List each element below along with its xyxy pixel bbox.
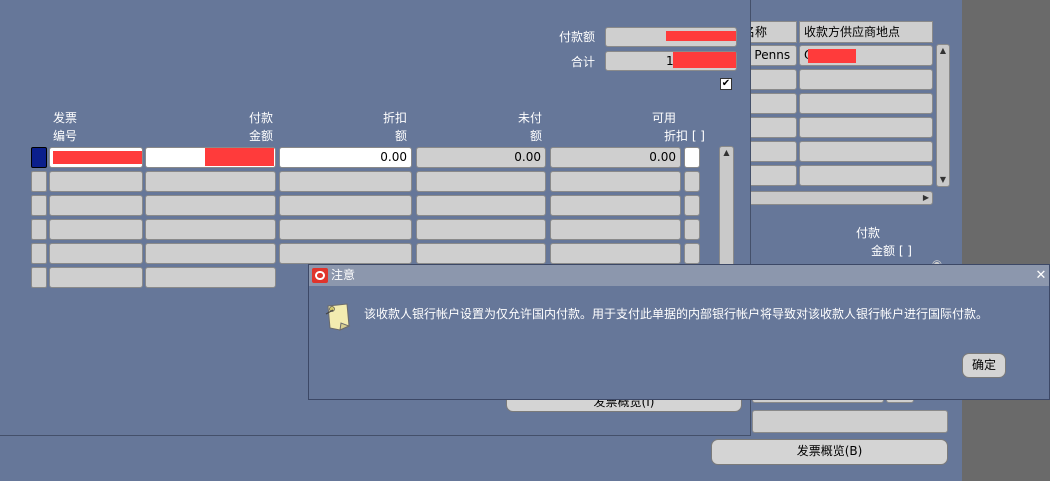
ok-button[interactable]: 确定 — [962, 353, 1006, 378]
row-selector[interactable] — [31, 243, 47, 264]
payment-amount-header-line2: 金额 — [248, 129, 273, 143]
close-icon[interactable]: ✕ — [1034, 265, 1048, 286]
row-flag-cell[interactable] — [684, 243, 700, 264]
row-flag-cell[interactable] — [684, 195, 700, 216]
unpaid-header-line2: 额 — [529, 129, 542, 143]
available-discount-cell[interactable]: 0.00 — [550, 147, 681, 168]
discount-header-line1: 折扣 — [382, 111, 407, 125]
unpaid-cell[interactable]: 0.00 — [416, 147, 546, 168]
discount-cell[interactable] — [279, 243, 412, 264]
dialog-message: 该收款人银行帐户设置为仅允许国内付款。用于支付此单据的内部银行帐户将导致对该收款… — [364, 307, 989, 321]
scroll-up-arrow-icon[interactable]: ▲ — [936, 45, 950, 57]
horizontal-scrollbar[interactable] — [738, 191, 933, 205]
row-flag-cell[interactable] — [684, 171, 700, 192]
unpaid-cell[interactable] — [416, 243, 546, 264]
column-header-supplier-site: 收款方供应商地点 — [799, 21, 933, 43]
vertical-scrollbar[interactable] — [719, 146, 734, 270]
supplier-site-field[interactable] — [799, 141, 933, 162]
unpaid-cell[interactable] — [416, 195, 546, 216]
notice-dialog: 注意 ✕ 该收款人银行帐户设置为仅允许国内付款。用于支付此单据的内部银行帐户将导… — [308, 264, 1050, 400]
payment-amount-cell[interactable] — [145, 243, 276, 264]
dialog-title-bar: 注意 ✕ — [309, 265, 1049, 286]
row-selector[interactable] — [31, 267, 47, 288]
available-discount-header-line1: 可用 — [651, 111, 676, 125]
row-flag-cell[interactable] — [684, 147, 700, 168]
row-selector[interactable] — [31, 219, 47, 240]
payment-amount-label: 付款额 — [558, 30, 595, 44]
checkbox-checked-icon[interactable]: ✔ — [720, 78, 732, 90]
discount-cell[interactable] — [279, 171, 412, 192]
invoice-number-field[interactable] — [49, 171, 143, 192]
oracle-logo-icon — [312, 268, 328, 283]
payment-amount-header-line1: 付款 — [855, 226, 880, 240]
invoice-overview-button[interactable]: 发票概览(B) — [711, 439, 948, 465]
available-discount-cell[interactable] — [550, 195, 681, 216]
row-selector[interactable] — [31, 195, 47, 216]
redaction — [808, 49, 856, 63]
payment-amount-cell[interactable] — [145, 267, 276, 288]
redaction — [673, 52, 736, 68]
row-flag-cell[interactable] — [684, 219, 700, 240]
redaction — [205, 148, 274, 166]
discount-cell[interactable]: 0.00 — [279, 147, 412, 168]
available-discount-cell[interactable] — [550, 243, 681, 264]
total-label: 合计 — [570, 55, 595, 69]
supplier-site-field[interactable] — [799, 69, 933, 90]
desktop-background — [962, 0, 1050, 481]
unpaid-cell[interactable] — [416, 219, 546, 240]
unpaid-header-line1: 未付 — [517, 111, 542, 125]
invoice-number-field[interactable] — [49, 195, 143, 216]
invoice-number-header-line1: 发票 — [53, 111, 78, 125]
row-selector[interactable] — [31, 171, 47, 192]
supplier-site-field[interactable] — [799, 93, 933, 114]
available-discount-cell[interactable] — [550, 171, 681, 192]
payment-amount-cell[interactable] — [145, 195, 276, 216]
discount-header-line2: 额 — [394, 129, 407, 143]
payment-amount-header-line2: 金额 [ ] — [871, 244, 912, 258]
available-discount-cell[interactable] — [550, 219, 681, 240]
discount-cell[interactable] — [279, 195, 412, 216]
row-selector-current[interactable] — [31, 147, 47, 168]
invoice-number-header-line2: 编号 — [53, 129, 78, 143]
supplier-site-field[interactable] — [799, 117, 933, 138]
scroll-down-arrow-icon[interactable]: ▼ — [936, 174, 950, 186]
total-field[interactable] — [752, 410, 948, 433]
vertical-scrollbar[interactable] — [936, 44, 950, 187]
payment-amount-cell[interactable] — [145, 219, 276, 240]
scroll-right-arrow-icon[interactable]: ▶ — [919, 192, 933, 204]
note-icon — [322, 301, 352, 333]
dialog-title: 注意 — [331, 268, 356, 282]
payment-amount-cell[interactable] — [145, 171, 276, 192]
invoice-number-field[interactable] — [49, 267, 143, 288]
payment-amount-header-line1: 付款 — [248, 111, 273, 125]
invoice-number-field[interactable] — [49, 243, 143, 264]
supplier-site-field[interactable] — [799, 165, 933, 186]
available-discount-header-line2: 折扣 [ ] — [664, 129, 705, 143]
unpaid-cell[interactable] — [416, 171, 546, 192]
redaction — [53, 151, 142, 164]
redaction — [666, 31, 736, 41]
discount-cell[interactable] — [279, 219, 412, 240]
scroll-up-arrow-icon[interactable]: ▲ — [719, 147, 734, 159]
invoice-number-field[interactable] — [49, 219, 143, 240]
